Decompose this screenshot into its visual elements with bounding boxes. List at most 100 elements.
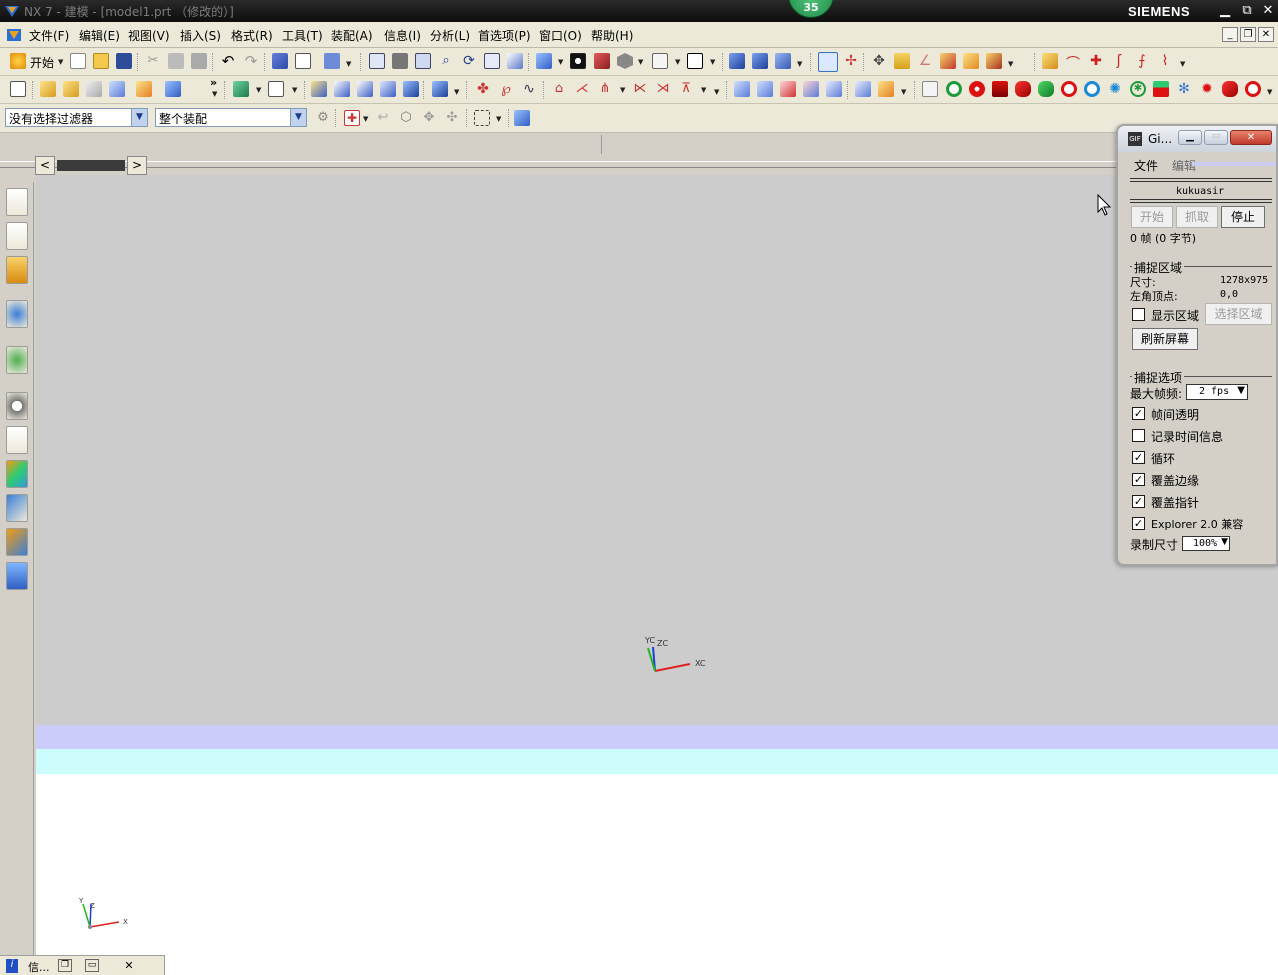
menu-tools[interactable]: 工具(T) — [282, 27, 323, 44]
edge-blend-icon[interactable] — [311, 81, 327, 97]
select-body-icon[interactable]: ✣ — [444, 110, 460, 126]
washer-icon[interactable] — [1245, 81, 1261, 97]
curve-edit-dropdown-icon[interactable]: ▼ — [701, 86, 706, 94]
wcs-orient-icon[interactable] — [752, 53, 768, 69]
zoom-icon[interactable] — [415, 53, 431, 69]
menu-help[interactable]: 帮助(H) — [591, 27, 633, 44]
project-curve-icon[interactable]: ⨍ — [1134, 53, 1150, 69]
menu-assembly[interactable]: 装配(A) — [331, 27, 373, 44]
part-navigator-icon[interactable] — [6, 256, 28, 284]
refresh-screen-button[interactable]: 刷新屏幕 — [1132, 328, 1198, 350]
cut-icon[interactable]: ✂ — [145, 53, 161, 69]
snap-grid-icon[interactable]: ✚ — [344, 110, 360, 126]
ruler-icon[interactable] — [894, 53, 910, 69]
overflow-chevron-icon[interactable]: » — [210, 76, 217, 89]
scroll-left-icon[interactable]: < — [35, 156, 55, 175]
face-icon[interactable] — [922, 81, 938, 97]
angle-icon[interactable]: ∠ — [917, 53, 933, 69]
menu-format[interactable]: 格式(R) — [231, 27, 273, 44]
gif-menu-file[interactable]: 文件 — [1134, 157, 1158, 174]
constraint-navigator-icon[interactable] — [6, 222, 28, 250]
gif-start-button[interactable]: 开始 — [1131, 206, 1173, 228]
part-nav-icon[interactable] — [963, 53, 979, 69]
sphere-icon[interactable] — [1038, 81, 1054, 97]
rectangle-select-icon[interactable] — [474, 110, 490, 126]
start-dropdown-icon[interactable]: ▼ — [58, 58, 63, 66]
scroll-right-icon[interactable]: > — [127, 156, 147, 175]
record-size-select[interactable]: 100% ▼ — [1182, 536, 1230, 551]
helix-icon[interactable]: ∿ — [521, 81, 537, 97]
fit-icon[interactable] — [369, 53, 385, 69]
chevron-down-icon[interactable]: ▼ — [1221, 537, 1228, 547]
maximize-icon[interactable]: ▭ — [85, 959, 99, 972]
intersect-icon[interactable]: ✚ — [1088, 53, 1104, 69]
modeling-icon[interactable] — [10, 81, 26, 97]
gif-window-titlebar[interactable]: GIF Gi... ▁ ▭ ✕ — [1118, 126, 1276, 152]
notification-badge[interactable]: 35 — [788, 0, 834, 18]
show-region-checkbox[interactable] — [1132, 308, 1145, 321]
spring-icon[interactable]: ✺ — [1107, 81, 1123, 97]
thicken-icon[interactable] — [855, 81, 871, 97]
chevron-down-icon[interactable]: ▼ — [1237, 385, 1245, 396]
measure-icon[interactable]: ✥ — [871, 53, 887, 69]
split-curve-icon[interactable]: ⋉ — [632, 81, 648, 97]
menu-window[interactable]: 窗口(O) — [539, 27, 582, 44]
draft-icon[interactable] — [380, 81, 396, 97]
opt-checkbox-2[interactable]: ✓ — [1132, 451, 1145, 464]
restore-icon[interactable]: ❐ — [58, 959, 72, 972]
point-icon[interactable]: ✢ — [843, 53, 859, 69]
filter-settings-icon[interactable]: ⚙ — [315, 110, 331, 126]
selection-filter-combo[interactable]: 没有选择过滤器 ▼ — [5, 108, 148, 127]
wcs-dynamic-icon[interactable] — [775, 53, 791, 69]
sew-icon[interactable] — [878, 81, 894, 97]
curve-icon[interactable]: ⌒ — [1065, 53, 1081, 72]
background-dropdown-icon[interactable]: ▼ — [675, 58, 680, 66]
shell-icon[interactable] — [357, 81, 373, 97]
gear-red-icon[interactable] — [969, 81, 985, 97]
chevron-down-icon[interactable]: ▼ — [131, 109, 147, 126]
trim-curve-icon[interactable]: ⋊ — [655, 81, 671, 97]
snowflake-icon[interactable]: ✻ — [1176, 81, 1192, 97]
offset-curve-icon[interactable]: ⌇ — [1157, 53, 1173, 69]
unite-icon[interactable] — [233, 81, 249, 97]
close-icon[interactable]: ✕ — [122, 959, 136, 972]
mdi-restore-icon[interactable]: ❐ — [1240, 27, 1256, 42]
start-button-label[interactable]: 开始 — [30, 54, 54, 71]
assembly-nav-icon[interactable] — [986, 53, 1002, 69]
select-face-icon[interactable]: ⬡ — [398, 110, 414, 126]
extrude-icon[interactable] — [40, 81, 56, 97]
cone-icon[interactable] — [1015, 81, 1031, 97]
curve-dropdown-icon[interactable]: ▼ — [1180, 60, 1185, 68]
gif-stop-button[interactable]: 停止 — [1221, 206, 1265, 228]
open-folder-icon[interactable] — [93, 53, 109, 69]
chamfer-icon[interactable] — [334, 81, 350, 97]
hole-icon[interactable] — [86, 81, 102, 97]
revolve-icon[interactable] — [63, 81, 79, 97]
opt-checkbox-3[interactable]: ✓ — [1132, 473, 1145, 486]
datum-dropdown-icon[interactable]: ▼ — [292, 86, 297, 94]
through-curves-icon[interactable] — [734, 81, 750, 97]
select-feature-icon[interactable]: ✥ — [421, 110, 437, 126]
circle-green-icon[interactable] — [946, 81, 962, 97]
torus-icon[interactable] — [1061, 81, 1077, 97]
block-icon[interactable] — [165, 81, 181, 97]
close-icon[interactable]: ✕ — [1259, 2, 1277, 20]
pattern-dropdown-icon[interactable]: ▼ — [454, 88, 459, 96]
spline-icon[interactable]: ʃ — [1111, 53, 1127, 69]
through-mesh-icon[interactable] — [757, 81, 773, 97]
select-region-button[interactable]: 选择区域 — [1205, 303, 1272, 325]
star-icon[interactable]: ✹ — [1199, 81, 1215, 97]
perspective-icon[interactable] — [507, 53, 523, 69]
save-icon[interactable] — [116, 53, 132, 69]
graphics-window[interactable]: YC ZC XC — [36, 175, 1278, 725]
app-menu-icon[interactable] — [6, 27, 22, 43]
orient-dropdown-icon[interactable]: ▼ — [558, 58, 563, 66]
opt-checkbox-5[interactable]: ✓ — [1132, 517, 1145, 530]
fitting-icon[interactable] — [1222, 81, 1238, 97]
boss-icon[interactable] — [109, 81, 125, 97]
system-materials-icon[interactable] — [6, 426, 28, 454]
point-set-icon[interactable]: ✤ — [475, 81, 491, 97]
gear-green-icon[interactable]: ✱ — [1130, 81, 1146, 97]
close-icon[interactable]: ✕ — [1230, 130, 1272, 145]
ring-icon[interactable] — [1084, 81, 1100, 97]
